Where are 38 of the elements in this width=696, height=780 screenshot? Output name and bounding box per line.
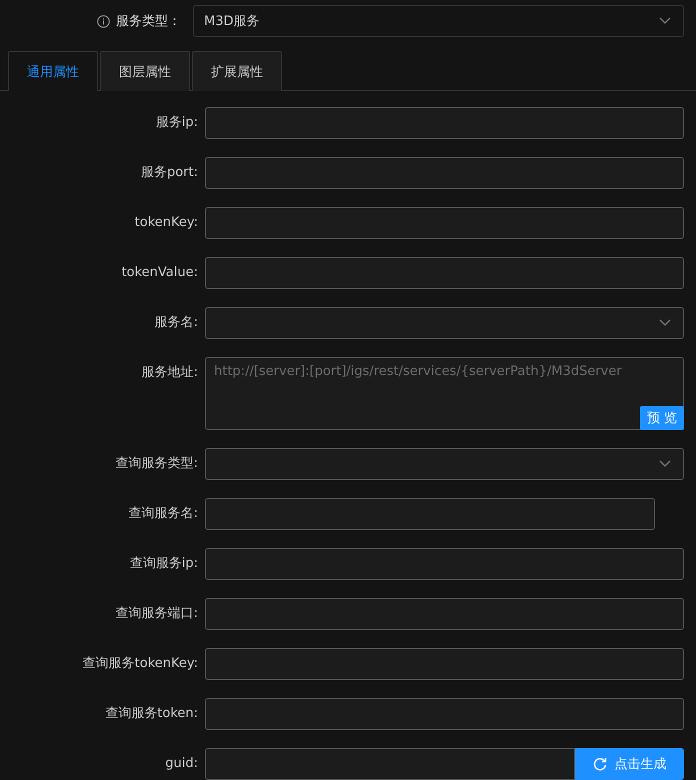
preview-button[interactable]: 预 览: [640, 406, 684, 430]
input-field[interactable]: [205, 107, 684, 139]
input-field[interactable]: [205, 598, 684, 630]
caret-icon: [659, 319, 671, 327]
field-label: 服务名:: [154, 314, 198, 332]
refresh-icon: [592, 757, 606, 771]
field-label: guid:: [164, 755, 198, 773]
tab[interactable]: 通用属性: [8, 51, 98, 91]
field-label: 查询服务token:: [104, 705, 198, 723]
info-icon: [97, 14, 110, 28]
field-label: 服务port:: [140, 164, 198, 182]
field-label: 查询服务类型:: [114, 455, 198, 473]
input-field[interactable]: [205, 648, 684, 680]
field-label: 服务地址:: [140, 364, 198, 382]
field-label: 查询服务端口:: [114, 605, 198, 623]
generate-button[interactable]: 点击生成: [575, 748, 684, 780]
tab[interactable]: 图层属性: [100, 51, 190, 91]
field-label: 查询服务ip:: [128, 555, 198, 573]
input-field[interactable]: [205, 498, 655, 530]
select-field[interactable]: [205, 307, 684, 339]
field-label: 查询服务名:: [128, 505, 198, 523]
input-field[interactable]: [205, 257, 684, 289]
input-field[interactable]: [205, 157, 684, 189]
service-type-select[interactable]: M3D服务: [193, 5, 684, 37]
input-field[interactable]: [205, 698, 684, 730]
field-label: 服务ip:: [154, 114, 198, 132]
input-field[interactable]: [205, 207, 684, 239]
field-label: 查询服务tokenKey:: [82, 655, 198, 673]
tab[interactable]: 扩展属性: [192, 51, 282, 91]
caret-icon: [659, 17, 671, 25]
field-label: 服务类型：: [116, 13, 182, 30]
placeholder-text: http://[server]:[port]/igs/rest/services/{serverPath}/M3dServer: [214, 364, 622, 379]
field-label: tokenValue:: [120, 264, 198, 282]
input-field[interactable]: [205, 548, 684, 580]
select-field[interactable]: [205, 448, 684, 480]
input-field[interactable]: [205, 748, 575, 780]
caret-icon: [659, 460, 671, 468]
field-label: tokenKey:: [134, 214, 198, 232]
